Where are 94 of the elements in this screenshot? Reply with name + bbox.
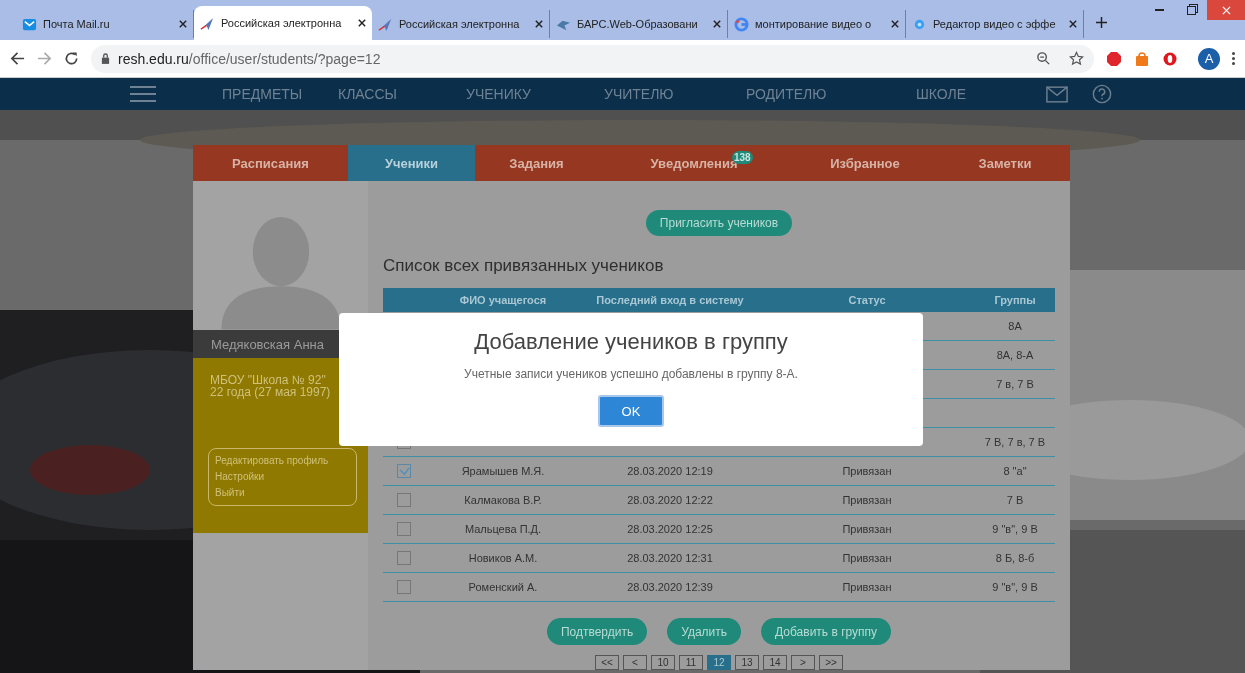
envelope-icon bbox=[22, 16, 37, 32]
table-cell: Привязан bbox=[842, 465, 892, 477]
close-icon[interactable] bbox=[179, 20, 187, 28]
table-cell: Калмакова В.Р. bbox=[464, 494, 542, 506]
checkbox[interactable] bbox=[397, 464, 411, 478]
paper-plane-icon bbox=[378, 16, 393, 32]
column-header: Статус bbox=[847, 294, 887, 306]
tab[interactable]: Избранное bbox=[790, 145, 940, 181]
lock-icon bbox=[101, 53, 110, 64]
table-cell: Ярамышев М.Я. bbox=[461, 465, 545, 477]
table-cell: 7 в, 7 В bbox=[996, 378, 1034, 390]
table-cell: 8А, 8-А bbox=[996, 349, 1034, 361]
table-cell: 28.03.2020 12:39 bbox=[627, 581, 713, 593]
page-button[interactable]: 12 bbox=[707, 655, 731, 670]
page-button[interactable]: 14 bbox=[763, 655, 787, 670]
tab[interactable]: Расписания bbox=[193, 145, 348, 181]
nav-link[interactable]: ПРЕДМЕТЫ bbox=[222, 86, 338, 102]
google-icon bbox=[734, 16, 749, 32]
zoom-icon[interactable] bbox=[1036, 51, 1051, 66]
page-button[interactable]: < bbox=[623, 655, 647, 670]
checkbox[interactable] bbox=[397, 551, 411, 565]
table-cell: 28.03.2020 12:19 bbox=[627, 465, 713, 477]
close-icon[interactable] bbox=[891, 20, 899, 28]
column-header: Последний вход в систему bbox=[595, 294, 745, 306]
table-cell: Мальцева П.Д. bbox=[464, 523, 542, 535]
action-button[interactable]: Добавить в группу bbox=[761, 618, 892, 645]
paper-plane-icon bbox=[200, 15, 215, 31]
dialog-message: Учетные записи учеников успешно добавлены в группу 8-А. bbox=[464, 367, 798, 381]
page-button[interactable]: << bbox=[595, 655, 619, 670]
help-icon[interactable] bbox=[1092, 84, 1112, 104]
page-button[interactable]: 10 bbox=[651, 655, 675, 670]
profile-link[interactable]: Настройки bbox=[215, 469, 350, 485]
page-button[interactable]: 13 bbox=[735, 655, 759, 670]
table-cell: Роменский А. bbox=[468, 581, 538, 593]
close-icon[interactable] bbox=[1069, 20, 1077, 28]
table-cell: 7 В, 7 в, 7 В bbox=[984, 436, 1046, 448]
browser-tab[interactable]: Российская электронна bbox=[372, 10, 550, 38]
tab[interactable]: Заметки bbox=[940, 145, 1070, 181]
ok-button[interactable]: OK bbox=[598, 395, 664, 427]
star-icon[interactable] bbox=[1069, 51, 1084, 66]
profile-link[interactable]: Выйти bbox=[215, 485, 350, 501]
tab[interactable]: Задания bbox=[475, 145, 598, 181]
profile-avatar[interactable]: A bbox=[1198, 47, 1220, 70]
tab[interactable]: Ученики bbox=[348, 145, 475, 181]
nav-link[interactable]: РОДИТЕЛЮ bbox=[746, 86, 916, 102]
browser-tab[interactable]: БАРС.Web-Образовани bbox=[550, 10, 728, 38]
action-button[interactable]: Удалить bbox=[667, 618, 742, 645]
back-icon[interactable] bbox=[10, 51, 25, 66]
table-cell: Привязан bbox=[842, 523, 892, 535]
column-header: Группы bbox=[993, 294, 1037, 306]
menu-icon[interactable] bbox=[1232, 52, 1235, 65]
nav-link[interactable]: УЧИТЕЛЮ bbox=[604, 86, 746, 102]
close-icon[interactable] bbox=[535, 20, 543, 28]
table-cell: 9 "в", 9 В bbox=[992, 581, 1038, 593]
browser-tab[interactable]: монтирование видео о bbox=[728, 10, 906, 38]
checkbox[interactable] bbox=[397, 580, 411, 594]
table-cell: 28.03.2020 12:25 bbox=[627, 523, 713, 535]
table-cell: Привязан bbox=[842, 494, 892, 506]
age-text: 22 года (27 мая 1997) bbox=[210, 386, 332, 398]
reload-icon[interactable] bbox=[64, 51, 79, 66]
school-name: МБОУ "Школа № 92" bbox=[210, 374, 327, 386]
dialog-title: Добавление учеников в группу bbox=[474, 329, 788, 355]
close-icon[interactable] bbox=[713, 20, 721, 28]
table-cell: Привязан bbox=[842, 581, 892, 593]
table-cell: Привязан bbox=[842, 552, 892, 564]
stop-sign-icon[interactable] bbox=[1106, 50, 1122, 67]
action-button[interactable]: Подтвердить bbox=[546, 618, 648, 645]
ring-icon[interactable] bbox=[1162, 50, 1178, 67]
table-cell: 8 Б, 8-б bbox=[995, 552, 1035, 564]
column-header: ФИО учащегося bbox=[458, 294, 548, 306]
table-cell: 28.03.2020 12:22 bbox=[627, 494, 713, 506]
shopping-bag-icon[interactable] bbox=[1134, 50, 1150, 67]
envelope-icon[interactable] bbox=[1046, 85, 1068, 103]
list-title: Список всех привязанных учеников bbox=[383, 256, 665, 276]
table-cell: 8А bbox=[1008, 320, 1022, 332]
nav-link[interactable]: ШКОЛЕ bbox=[916, 86, 1046, 102]
nav-link[interactable]: КЛАССЫ bbox=[338, 86, 466, 102]
checkbox[interactable] bbox=[397, 493, 411, 507]
table-cell: 8 "а" bbox=[1003, 465, 1027, 477]
page-button[interactable]: 11 bbox=[679, 655, 703, 670]
table-cell: Новиков А.М. bbox=[468, 552, 538, 564]
nav-link[interactable]: УЧЕНИКУ bbox=[466, 86, 604, 102]
table-cell: 9 "в", 9 В bbox=[992, 523, 1038, 535]
browser-tab[interactable]: Российская электронна bbox=[194, 6, 372, 40]
table-cell: 28.03.2020 12:31 bbox=[627, 552, 713, 564]
new-tab-icon[interactable] bbox=[1096, 17, 1107, 28]
browser-tab[interactable]: Редактор видео с эффе bbox=[906, 10, 1084, 38]
invite-button[interactable]: Пригласить учеников bbox=[645, 210, 793, 236]
table-cell: 7 В bbox=[1006, 494, 1024, 506]
close-icon[interactable] bbox=[358, 19, 366, 27]
page-button[interactable]: >> bbox=[819, 655, 843, 670]
profile-link[interactable]: Редактировать профиль bbox=[215, 453, 350, 469]
checkbox[interactable] bbox=[397, 522, 411, 536]
page-button[interactable]: > bbox=[791, 655, 815, 670]
